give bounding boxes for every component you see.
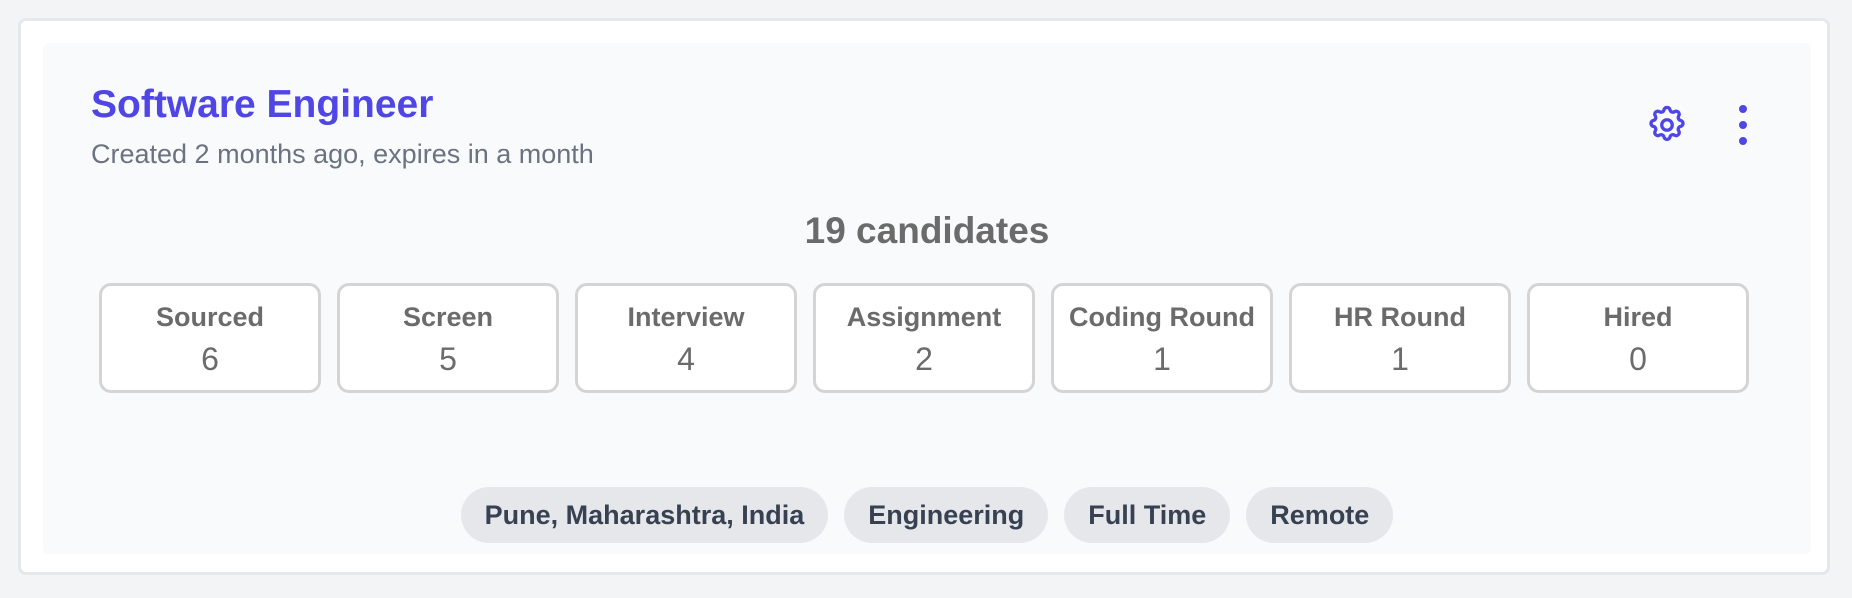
stage-label: Hired <box>1603 302 1673 332</box>
job-card: Software Engineer Created 2 months ago, … <box>43 43 1811 554</box>
stage-count: 2 <box>915 341 933 377</box>
stage-interview[interactable]: Interview 4 <box>575 283 797 393</box>
stage-label: Screen <box>402 302 494 332</box>
stage-count: 1 <box>1391 341 1409 377</box>
more-options-button[interactable] <box>1719 101 1767 149</box>
job-meta-text: Created 2 months ago, expires in a month <box>91 139 594 169</box>
stage-count: 0 <box>1629 341 1647 377</box>
stage-label: Assignment <box>846 302 1002 332</box>
stage-count: 4 <box>677 341 695 377</box>
card-actions <box>1643 101 1767 149</box>
tag-location: Pune, Maharashtra, India <box>460 487 829 543</box>
pipeline-stages: Sourced 6 Screen 5 Interview 4 Assignmen… <box>99 283 1749 393</box>
tag-work-mode: Remote <box>1246 487 1394 543</box>
gear-icon <box>1649 105 1685 142</box>
stage-coding-round[interactable]: Coding Round 1 <box>1051 283 1273 393</box>
vertical-dots-icon <box>1739 105 1747 145</box>
tag-employment-type: Full Time <box>1064 487 1231 543</box>
settings-button[interactable] <box>1643 101 1691 149</box>
job-title[interactable]: Software Engineer <box>91 81 433 129</box>
stage-label: HR Round <box>1334 302 1466 332</box>
stage-label: Interview <box>627 302 745 332</box>
stage-sourced[interactable]: Sourced 6 <box>99 283 321 393</box>
stage-screen[interactable]: Screen 5 <box>337 283 559 393</box>
candidate-count: 19 candidates <box>804 210 1050 251</box>
stage-count: 5 <box>439 341 457 377</box>
stage-label: Coding Round <box>1069 302 1255 332</box>
stage-count: 1 <box>1153 341 1171 377</box>
job-tags: Pune, Maharashtra, India Engineering Ful… <box>43 487 1811 543</box>
stage-assignment[interactable]: Assignment 2 <box>813 283 1035 393</box>
stage-label: Sourced <box>155 302 265 332</box>
stage-hr-round[interactable]: HR Round 1 <box>1289 283 1511 393</box>
stage-hired[interactable]: Hired 0 <box>1527 283 1749 393</box>
job-card-container: Software Engineer Created 2 months ago, … <box>18 18 1830 575</box>
stage-count: 6 <box>201 341 219 377</box>
tag-department: Engineering <box>844 487 1049 543</box>
